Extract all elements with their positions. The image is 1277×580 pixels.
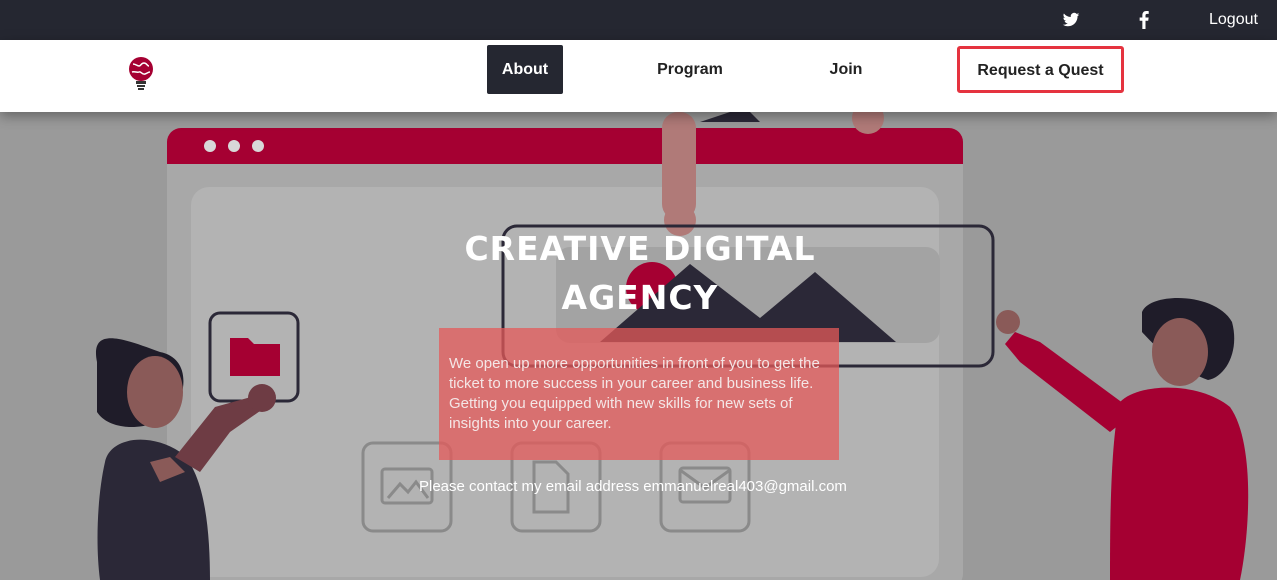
hero-description: We open up more opportunities in front o… (449, 355, 820, 432)
top-bar: Logout (0, 0, 1277, 40)
nav-join-link[interactable]: Join (825, 45, 867, 94)
twitter-icon[interactable] (1062, 11, 1080, 29)
hero-section: CREATIVE DIGITAL AGENCY We open up more … (0, 112, 1277, 580)
request-quest-button[interactable]: Request a Quest (957, 46, 1124, 93)
hero-description-box: We open up more opportunities in front o… (439, 328, 839, 460)
facebook-icon[interactable] (1137, 11, 1151, 29)
nav-about-button[interactable]: About (487, 45, 563, 94)
globe-bulb-logo-icon[interactable] (126, 55, 156, 95)
logout-link[interactable]: Logout (1209, 11, 1258, 29)
hero-title-line2: AGENCY (561, 278, 719, 317)
hero-title-line1: CREATIVE DIGITAL (464, 229, 816, 268)
hero-title: CREATIVE DIGITAL AGENCY (440, 224, 840, 322)
contact-text: Please contact my email address emmanuel… (419, 478, 847, 495)
main-nav: About Program Join Request a Quest (0, 40, 1277, 112)
nav-program-link[interactable]: Program (650, 45, 730, 94)
